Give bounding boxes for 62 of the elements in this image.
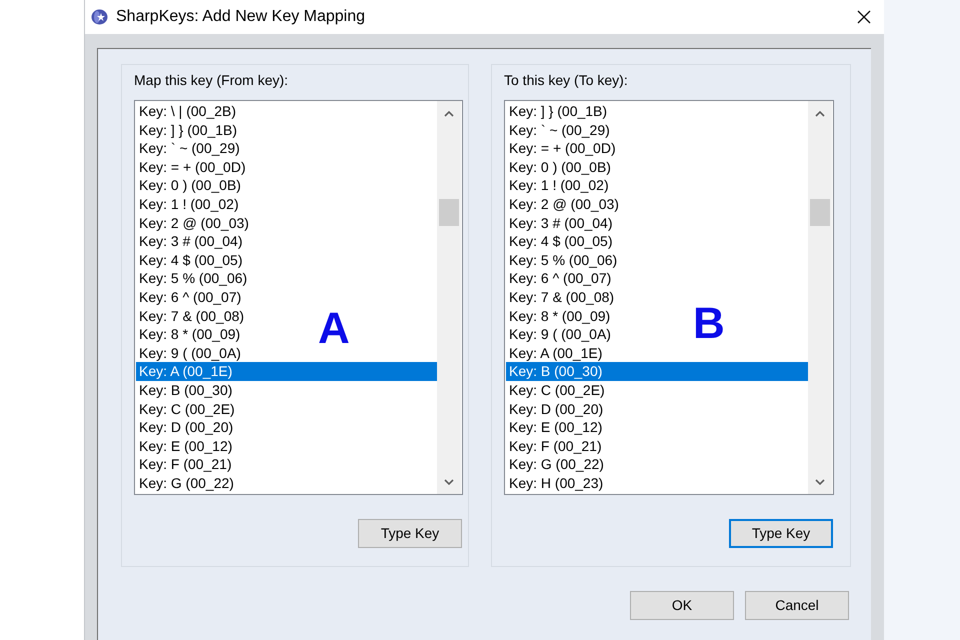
list-item[interactable]: Key: 6 ^ (00_07) (136, 288, 242, 307)
list-item[interactable]: Key: 7 & (00_08) (506, 288, 614, 307)
annotation-letter: A (318, 307, 350, 351)
list-item[interactable]: Key: E (00_12) (506, 418, 602, 437)
list-item[interactable]: Key: C (00_2E) (136, 400, 235, 418)
chevron-down-icon (444, 478, 454, 484)
chevron-down-icon (815, 478, 825, 484)
close-icon (857, 10, 871, 24)
list-item[interactable]: Key: 4 $ (00_05) (136, 250, 243, 270)
list-item[interactable]: Key: D (00_20) (506, 400, 604, 418)
list-item[interactable]: Key: ] } (00_1B) (506, 102, 608, 121)
list-item[interactable]: Key: G (00_22) (136, 474, 234, 492)
list-item[interactable]: Key: 5 % (00_06) (136, 269, 248, 288)
type-key-button[interactable]: Type Key (358, 519, 462, 548)
list-item[interactable]: Key: E (00_12) (136, 436, 232, 456)
list-item[interactable]: Key: 3 # (00_04) (136, 232, 243, 251)
annotation-letter: B (693, 302, 725, 346)
list-item[interactable]: Key: = + (00_0D) (136, 158, 246, 176)
dialog-button[interactable]: OK (630, 591, 734, 620)
key-list[interactable] (134, 100, 463, 495)
list-item[interactable]: Key: 8 * (00_09) (506, 306, 610, 326)
key-list[interactable] (504, 100, 834, 495)
list-item[interactable]: Key: 1 ! (00_02) (506, 176, 609, 195)
list-item[interactable]: Key: 3 # (00_04) (506, 214, 613, 232)
list-item[interactable]: Key: 9 ( (00_0A) (136, 344, 241, 362)
list-item[interactable]: Key: B (00_30) (136, 380, 232, 400)
list-item[interactable]: Key: D (00_20) (136, 418, 234, 437)
list-item[interactable]: Key: C (00_2E) (506, 380, 605, 400)
list-item[interactable]: Key: 0 ) (00_0B) (136, 176, 241, 195)
dialog-button[interactable]: Cancel (745, 591, 849, 620)
list-item[interactable]: Key: 9 ( (00_0A) (506, 325, 611, 344)
list-item[interactable]: Key: 4 $ (00_05) (506, 232, 613, 251)
list-item[interactable]: Key: 2 @ (00_03) (136, 214, 249, 232)
scrollbar-thumb[interactable] (439, 199, 459, 226)
list-item[interactable]: Key: F (00_21) (506, 436, 602, 456)
list-item[interactable]: Key: ` ~ (00_29) (506, 120, 610, 140)
list-item[interactable]: Key: = + (00_0D) (506, 139, 616, 158)
list-item[interactable]: Key: 6 ^ (00_07) (506, 269, 612, 288)
list-item[interactable]: Key: 0 ) (00_0B) (506, 158, 611, 176)
chevron-up-icon (444, 110, 454, 116)
scrollbar-thumb[interactable] (810, 199, 830, 226)
window-title: SharpKeys: Add New Key Mapping (116, 7, 366, 27)
list-item[interactable]: Key: \ | (00_2B) (136, 102, 236, 121)
group-label: Map this key (From key): (134, 72, 288, 89)
chevron-up-icon (815, 110, 825, 116)
type-key-button[interactable]: Type Key (729, 519, 833, 548)
list-item[interactable]: Key: 5 % (00_06) (506, 250, 618, 270)
list-item[interactable]: Key: 1 ! (00_02) (136, 194, 239, 214)
list-item[interactable]: Key: H (00_23) (506, 474, 604, 492)
list-item[interactable]: Key: A (00_1E) (506, 344, 602, 362)
scrollbar-track[interactable] (808, 101, 832, 494)
group-label: To this key (To key): (504, 72, 628, 89)
scrollbar-track[interactable] (437, 101, 461, 494)
list-item[interactable]: Key: 7 & (00_08) (136, 306, 244, 326)
list-item[interactable]: Key: 8 * (00_09) (136, 325, 240, 344)
list-item[interactable]: Key: ` ~ (00_29) (136, 139, 240, 158)
list-item[interactable]: Key: F (00_21) (136, 455, 232, 474)
list-item[interactable]: Key: G (00_22) (506, 455, 604, 474)
list-item[interactable]: Key: A (00_1E) (136, 362, 232, 381)
list-item[interactable]: Key: 2 @ (00_03) (506, 194, 619, 214)
list-item[interactable]: Key: B (00_30) (506, 362, 602, 381)
list-item[interactable]: Key: ] } (00_1B) (136, 120, 238, 140)
